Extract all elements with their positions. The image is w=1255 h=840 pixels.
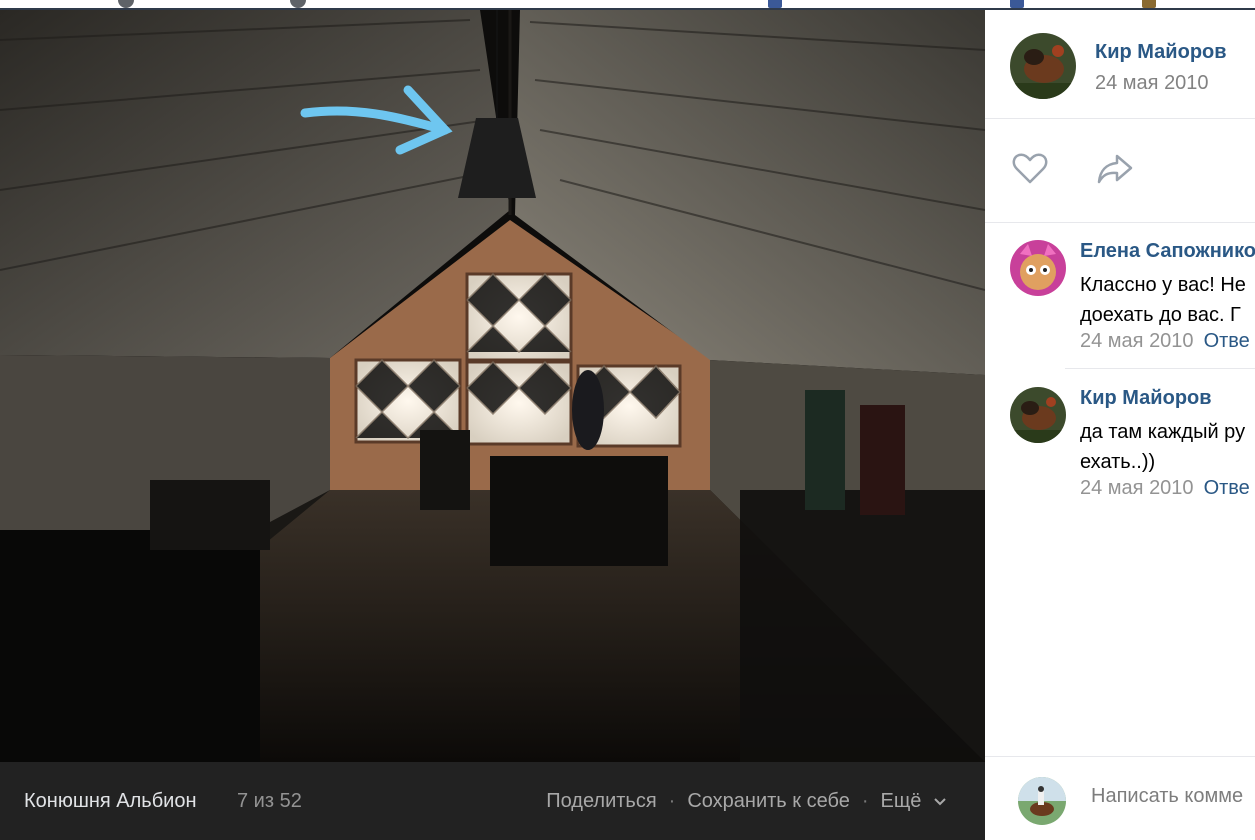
comment-line: доехать до вас. Г [1080, 304, 1241, 326]
comment-meta: 24 мая 2010 Отве [1080, 477, 1250, 500]
photo-viewer: Конюшня Альбион 7 из 52 Поделиться · Сох… [0, 10, 985, 840]
more-label: Ещё [880, 790, 922, 812]
comment-meta: 24 мая 2010 Отве [1080, 330, 1250, 353]
commenter-name-link[interactable]: Кир Майоров [1080, 387, 1212, 410]
commenter-name-link[interactable]: Елена Сапожнико [1080, 240, 1255, 263]
comment-text: Классно у вас! Не доехать до вас. Г [1080, 270, 1246, 330]
comment-line: ехать..)) [1080, 451, 1156, 473]
separator-dot: · [668, 790, 676, 812]
album-name-link[interactable]: Конюшня Альбион [24, 790, 197, 813]
separator-dot: · [861, 790, 869, 812]
bookmark-icon[interactable] [768, 0, 782, 8]
chevron-down-icon [933, 790, 947, 813]
current-user-avatar[interactable] [1018, 777, 1066, 825]
comment-line: Классно у вас! Не [1080, 274, 1246, 296]
commenter-avatar[interactable] [1010, 387, 1066, 443]
share-arrow-icon[interactable] [1095, 148, 1135, 188]
photo-bottom-bar: Конюшня Альбион 7 из 52 Поделиться · Сох… [0, 762, 985, 840]
save-button[interactable]: Сохранить к себе [687, 790, 850, 813]
heart-icon[interactable] [1010, 148, 1050, 188]
reply-link[interactable]: Отве [1204, 330, 1250, 352]
browser-top-strip [0, 0, 1255, 10]
post-date[interactable]: 24 мая 2010 [1095, 72, 1209, 95]
commenter-avatar[interactable] [1010, 240, 1066, 296]
reply-link[interactable]: Отве [1204, 477, 1250, 499]
comment-composer [985, 756, 1255, 840]
photo-actions: Поделиться · Сохранить к себе · Ещё [546, 790, 947, 813]
bookmark-icon[interactable] [1010, 0, 1024, 8]
comment-input[interactable] [1091, 785, 1255, 808]
comment-text: да там каждый ру ехать..)) [1080, 417, 1245, 477]
comment-line: да там каждый ру [1080, 421, 1246, 443]
reactions-bar [985, 118, 1255, 223]
post-author: Кир Майоров 24 мая 2010 [985, 10, 1255, 119]
author-avatar[interactable] [1010, 33, 1076, 99]
tab-icon[interactable] [290, 0, 306, 8]
divider [1065, 368, 1255, 369]
comment-date[interactable]: 24 мая 2010 [1080, 330, 1194, 352]
photo[interactable] [0, 10, 985, 762]
author-name-link[interactable]: Кир Майоров [1095, 41, 1227, 64]
share-button[interactable]: Поделиться [546, 790, 656, 813]
bookmark-icon[interactable] [1142, 0, 1156, 8]
photo-counter: 7 из 52 [237, 790, 302, 812]
more-button[interactable]: Ещё [881, 790, 947, 813]
photo-sidebar: Кир Майоров 24 мая 2010 Елена Сапожнико [985, 10, 1255, 840]
attic-photo [0, 10, 985, 762]
comment-date[interactable]: 24 мая 2010 [1080, 477, 1194, 499]
tab-icon[interactable] [118, 0, 134, 8]
